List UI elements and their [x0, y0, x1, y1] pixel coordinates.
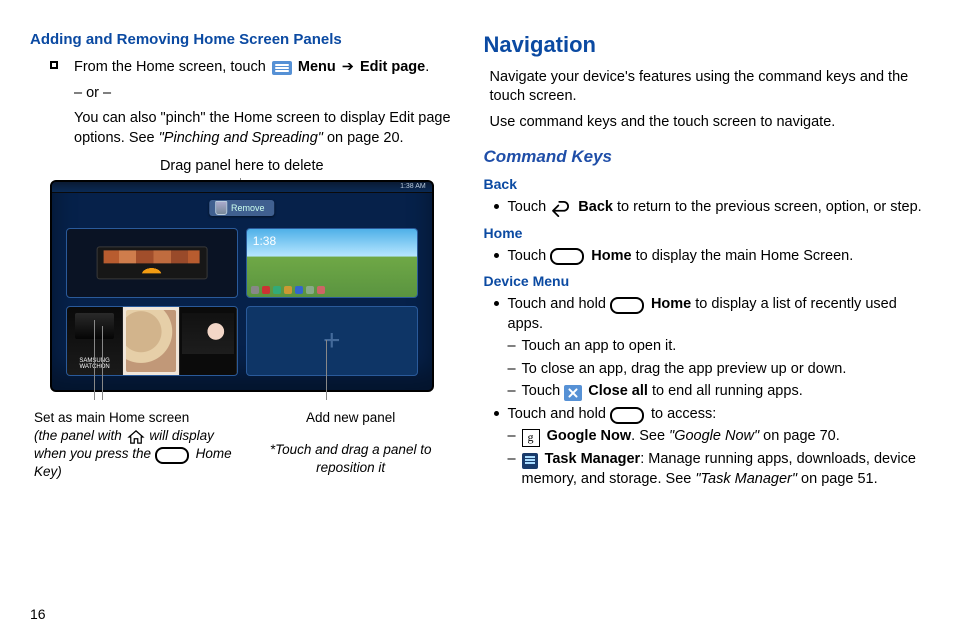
text: on page 51. [797, 471, 878, 487]
watchon-tile [123, 307, 180, 375]
task-manager-icon [522, 453, 538, 469]
google-now-label: Google Now [547, 428, 632, 444]
left-column: Adding and Removing Home Screen Panels F… [30, 30, 454, 626]
home-key-icon [610, 297, 644, 314]
back-instruction: Touch Back to return to the previous scr… [494, 198, 924, 218]
task-manager-label: Task Manager [545, 451, 641, 467]
menu-label: Menu [298, 59, 336, 75]
step-edit-page: From the Home screen, touch Menu ➔ Edit … [50, 58, 454, 78]
pinch-paragraph: You can also "pinch" the Home screen to … [74, 109, 454, 148]
back-icon [550, 201, 572, 217]
text: Touch [508, 248, 551, 264]
device-recent-apps: Touch and hold Home to display a list of… [494, 295, 924, 334]
home-key-icon [550, 248, 584, 265]
text: Touch [522, 383, 565, 399]
panel-main-home: 1:38 [246, 228, 418, 298]
caption-drag-delete: Drag panel here to delete [30, 157, 454, 177]
text: to access: [651, 406, 716, 422]
back-label: Back [578, 199, 613, 215]
nav-p1: Navigate your device's features using th… [490, 68, 924, 107]
edit-page-figure: Drag panel here to delete 1:38 AM Remove… [30, 157, 454, 482]
text: Touch [508, 199, 551, 215]
panel-add-new: + [246, 306, 418, 376]
text: on page 70. [759, 428, 840, 444]
google-now-icon: g [522, 429, 540, 447]
text: Set as main Home screen [34, 410, 189, 425]
sub-close-app: To close an app, drag the app preview up… [508, 360, 924, 380]
edit-page-label: Edit page [360, 59, 425, 75]
remove-drop-target: Remove [209, 200, 275, 216]
status-time: 1:38 AM [400, 183, 426, 190]
heading-device-menu: Device Menu [484, 272, 924, 291]
text: (the panel with [34, 428, 126, 443]
text: to display the main Home Screen. [636, 248, 854, 264]
caption-add-panel: Add new panel *Touch and drag a panel to… [252, 409, 450, 482]
panel-clock: 1:38 [253, 233, 276, 249]
text: Touch and hold [508, 406, 610, 422]
heading-add-remove-panels: Adding and Removing Home Screen Panels [30, 30, 454, 50]
sub-open-app: Touch an app to open it. [508, 337, 924, 357]
panel-amazon [66, 228, 238, 298]
arrow-icon: ➔ [342, 59, 354, 75]
home-label: Home [591, 248, 631, 264]
home-key-icon [610, 407, 644, 424]
device-hold-access: Touch and hold to access: [494, 405, 924, 425]
heading-command-keys: Command Keys [484, 146, 924, 169]
leader-line [326, 340, 327, 400]
text: . See [631, 428, 669, 444]
leader-line [94, 320, 95, 400]
text: . [425, 59, 429, 75]
home-instruction: Touch Home to display the main Home Scre… [494, 247, 924, 267]
nav-p2: Use command keys and the touch screen to… [490, 113, 924, 133]
heading-home: Home [484, 224, 924, 243]
heading-back: Back [484, 175, 924, 194]
dock-icons [251, 285, 413, 295]
or-text: – or – [74, 84, 454, 104]
remove-label: Remove [231, 203, 265, 213]
figure-bottom-captions: Set as main Home screen (the panel with … [30, 409, 454, 482]
caption-set-main: Set as main Home screen (the panel with … [34, 409, 232, 482]
close-all-label: Close all [588, 383, 648, 399]
watchon-tile: SAMSUNG WATCHON [67, 307, 124, 375]
sub-close-all: Touch Close all to end all running apps. [508, 382, 924, 402]
amazon-widget [96, 246, 207, 279]
panel-grid: 1:38 SAMSUNG WATCHON + [66, 228, 418, 376]
watchon-tile [180, 307, 237, 375]
home-outline-icon [127, 430, 145, 444]
status-bar: 1:38 AM [52, 182, 432, 193]
xref-task-manager: "Task Manager" [695, 471, 797, 487]
tablet-screenshot: 1:38 AM Remove 1:38 [50, 180, 434, 392]
menu-icon [272, 61, 292, 75]
manual-page: Adding and Removing Home Screen Panels F… [0, 0, 954, 636]
leader-line [102, 326, 103, 400]
heading-navigation: Navigation [484, 30, 924, 60]
xref-google-now: "Google Now" [669, 428, 759, 444]
home-key-icon [155, 447, 189, 464]
reposition-note: *Touch and drag a panel to reposition it [252, 441, 450, 477]
close-all-icon [564, 385, 582, 401]
text: to end all running apps. [652, 383, 803, 399]
sub-google-now: g Google Now. See "Google Now" on page 7… [508, 427, 924, 447]
home-label: Home [651, 296, 691, 312]
page-number: 16 [30, 605, 46, 624]
text: Touch and hold [508, 296, 610, 312]
right-column: Navigation Navigate your device's featur… [484, 30, 924, 626]
sub-task-manager: Task Manager: Manage running apps, downl… [508, 450, 924, 489]
text: From the Home screen, touch [74, 59, 270, 75]
text: to return to the previous screen, option… [617, 199, 922, 215]
text: on page 20. [323, 130, 404, 146]
panel-watchon: SAMSUNG WATCHON [66, 306, 238, 376]
add-panel-label: Add new panel [252, 409, 450, 427]
xref-pinch: "Pinching and Spreading" [159, 130, 323, 146]
